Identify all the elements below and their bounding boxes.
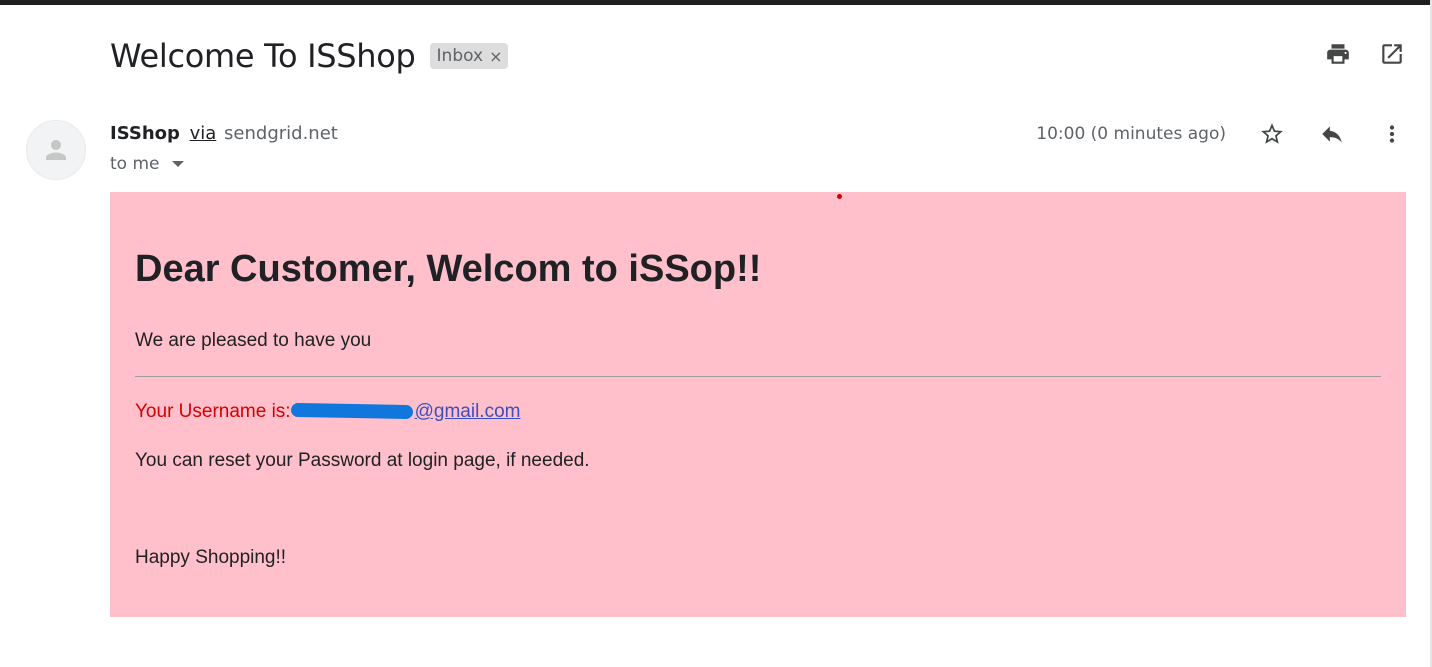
thread-actions <box>1324 40 1406 68</box>
inbox-label-chip[interactable]: Inbox × <box>429 43 509 69</box>
closing-text: Happy Shopping!! <box>135 547 287 568</box>
username-email-visible: @gmail.com <box>414 401 521 422</box>
email-timestamp: 10:00 (0 minutes ago) <box>1036 124 1226 144</box>
open-in-new-window-icon <box>1382 44 1402 64</box>
email-subject: Welcome To ISShop <box>110 37 416 75</box>
redaction-mark <box>290 402 413 420</box>
subject-row: Welcome To ISShop Inbox × <box>110 36 509 76</box>
via-domain: sendgrid.net <box>224 123 338 144</box>
sender-avatar[interactable] <box>26 120 86 180</box>
print-all-button[interactable] <box>1324 40 1352 68</box>
message-actions <box>1258 120 1406 148</box>
star-icon <box>1261 123 1283 144</box>
recipient-text: to me <box>110 154 160 174</box>
email-body-title: Dear Customer, Welcom to iSSop!! <box>135 248 762 290</box>
sender-line: ISShop via sendgrid.net <box>110 123 338 144</box>
username-line: Your Username is: @gmail.com <box>135 401 520 423</box>
more-vert-icon <box>1389 125 1395 143</box>
recipient-line: to me <box>110 154 184 174</box>
more-options-button[interactable] <box>1378 120 1406 148</box>
reply-button[interactable] <box>1318 120 1346 148</box>
remove-label-button[interactable]: × <box>489 47 502 66</box>
print-icon <box>1327 44 1349 64</box>
label-chip-text: Inbox <box>436 46 484 66</box>
via-link[interactable]: via <box>190 123 217 144</box>
greeting-text: We are pleased to have you <box>135 330 372 351</box>
email-body: Dear Customer, Welcom to iSSop!! We are … <box>110 192 1406 617</box>
username-email-link[interactable]: @gmail.com <box>290 401 521 423</box>
window-top-border <box>0 0 1432 5</box>
reply-icon <box>1322 126 1342 143</box>
sender-name[interactable]: ISShop <box>110 123 180 144</box>
show-details-caret-icon[interactable] <box>171 161 184 167</box>
person-avatar-icon <box>46 140 66 160</box>
open-in-new-window-button[interactable] <box>1378 40 1406 68</box>
divider <box>135 376 1381 377</box>
star-button[interactable] <box>1258 120 1286 148</box>
reset-password-text: You can reset your Password at login pag… <box>135 450 590 471</box>
username-label: Your Username is: <box>135 401 291 422</box>
red-dot-marker <box>837 194 842 199</box>
